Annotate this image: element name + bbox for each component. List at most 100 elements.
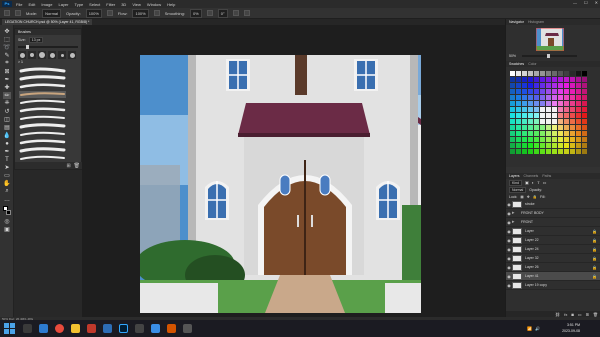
move-tool-icon[interactable]: ✥	[3, 28, 11, 35]
chrome-icon[interactable]	[55, 324, 64, 333]
brush-stroke-3[interactable]	[19, 83, 66, 89]
color-swatch[interactable]	[552, 95, 557, 100]
flow-field[interactable]: 100%	[132, 8, 149, 18]
smoothing-settings-icon[interactable]	[206, 10, 213, 16]
navigator-thumbnail[interactable]	[536, 28, 564, 51]
color-swatch[interactable]	[558, 125, 563, 130]
filter-shape-icon[interactable]: ▭	[543, 180, 547, 185]
color-swatch[interactable]	[540, 113, 545, 118]
hand-tool-icon[interactable]: ✋	[3, 180, 11, 187]
color-swatch[interactable]	[528, 113, 533, 118]
brush-stroke-2[interactable]	[19, 75, 66, 81]
color-swatch[interactable]	[570, 83, 575, 88]
type-tool-icon[interactable]: T	[3, 156, 11, 163]
color-swatch[interactable]	[510, 101, 515, 106]
app-icon-grey[interactable]	[135, 324, 144, 333]
history-brush-tool-icon[interactable]: ↺	[3, 108, 11, 115]
marquee-tool-icon[interactable]: ⬚	[3, 36, 11, 43]
color-swatch[interactable]	[534, 131, 539, 136]
menu-window[interactable]: Window	[147, 2, 161, 7]
color-swatch[interactable]	[534, 113, 539, 118]
color-swatch[interactable]	[522, 149, 527, 154]
color-swatch[interactable]	[570, 107, 575, 112]
color-swatch[interactable]	[576, 71, 581, 76]
color-swatch[interactable]	[570, 89, 575, 94]
color-swatch[interactable]	[534, 71, 539, 76]
mode-select[interactable]: Normal	[42, 8, 62, 18]
color-swatch[interactable]	[534, 119, 539, 124]
color-swatch[interactable]	[552, 77, 557, 82]
color-swatch[interactable]	[582, 83, 587, 88]
file-explorer-icon[interactable]	[71, 324, 80, 333]
color-swatch[interactable]	[576, 95, 581, 100]
layer-group-row[interactable]: ◉ ▸ FRONT BODY	[506, 209, 600, 218]
color-swatch[interactable]	[534, 77, 539, 82]
color-swatch[interactable]	[564, 107, 569, 112]
color-swatch[interactable]	[564, 71, 569, 76]
document-tab[interactable]: LEGATION CHURCH.psd @ 50% (Layer 41, RGB…	[2, 19, 93, 25]
color-swatch[interactable]	[576, 113, 581, 118]
color-swatch[interactable]	[552, 131, 557, 136]
brush-stroke-11[interactable]	[19, 147, 66, 153]
lock-all-icon[interactable]: 🔒	[533, 195, 537, 199]
color-swatch[interactable]	[564, 95, 569, 100]
color-swatch[interactable]	[576, 119, 581, 124]
color-swatch[interactable]	[522, 83, 527, 88]
color-swatch[interactable]	[570, 77, 575, 82]
color-swatch[interactable]	[546, 113, 551, 118]
navigator-zoom-slider[interactable]	[522, 54, 577, 58]
color-swatch[interactable]	[516, 77, 521, 82]
color-swatch[interactable]	[582, 119, 587, 124]
color-swatch[interactable]	[534, 149, 539, 154]
color-swatch[interactable]	[576, 149, 581, 154]
color-swatch[interactable]	[522, 131, 527, 136]
color-swatch[interactable]	[582, 137, 587, 142]
color-swatch[interactable]	[558, 95, 563, 100]
new-layer-icon[interactable]: ⊞	[586, 312, 589, 317]
color-swatch[interactable]	[546, 71, 551, 76]
color-swatch[interactable]	[582, 149, 587, 154]
airbrush-icon[interactable]	[153, 10, 160, 16]
tab-paths[interactable]: Paths	[542, 173, 551, 179]
add-mask-icon[interactable]: ◙	[571, 312, 573, 317]
color-swatch[interactable]	[522, 107, 527, 112]
lock-pixels-icon[interactable]: ▦	[520, 195, 523, 199]
color-swatch[interactable]	[558, 89, 563, 94]
color-swatch[interactable]	[570, 119, 575, 124]
navigator-slider-knob[interactable]	[547, 54, 550, 58]
color-swatch[interactable]	[552, 107, 557, 112]
zoom-tool-icon[interactable]: ⌕	[3, 188, 11, 195]
color-swatch[interactable]	[546, 77, 551, 82]
color-swatch[interactable]	[516, 119, 521, 124]
canvas-area[interactable]	[82, 25, 505, 317]
color-swatch[interactable]	[516, 83, 521, 88]
navigator-zoom[interactable]: 50%	[509, 54, 516, 58]
path-selection-tool-icon[interactable]: ➤	[3, 164, 11, 171]
color-swatch[interactable]	[510, 137, 515, 142]
color-swatch[interactable]	[510, 143, 515, 148]
color-swatch[interactable]	[570, 143, 575, 148]
color-swatch[interactable]	[576, 77, 581, 82]
color-swatch[interactable]	[510, 95, 515, 100]
color-swatch[interactable]	[510, 89, 515, 94]
kind-filter-select[interactable]: Kind	[509, 179, 523, 186]
more-tools-icon[interactable]: …	[3, 196, 11, 203]
color-swatch[interactable]	[576, 89, 581, 94]
layer-group-row[interactable]: ◉ ▸ FRONT	[506, 218, 600, 227]
color-swatch[interactable]	[528, 83, 533, 88]
color-swatch[interactable]	[546, 149, 551, 154]
color-swatch[interactable]	[516, 131, 521, 136]
color-swatch[interactable]	[546, 95, 551, 100]
windows-start-icon[interactable]	[4, 322, 16, 335]
color-swatch[interactable]	[564, 143, 569, 148]
delete-layer-icon[interactable]: 🗑	[593, 312, 598, 317]
lasso-tool-icon[interactable]: ➰	[3, 44, 11, 51]
pen-tool-icon[interactable]: ✒	[3, 148, 11, 155]
size-slider-knob[interactable]	[26, 45, 29, 49]
color-swatch[interactable]	[582, 125, 587, 130]
color-swatch[interactable]	[552, 101, 557, 106]
color-swatch[interactable]	[552, 113, 557, 118]
color-swatch[interactable]	[576, 137, 581, 142]
task-view-icon[interactable]	[39, 324, 48, 333]
color-swatch[interactable]	[528, 107, 533, 112]
